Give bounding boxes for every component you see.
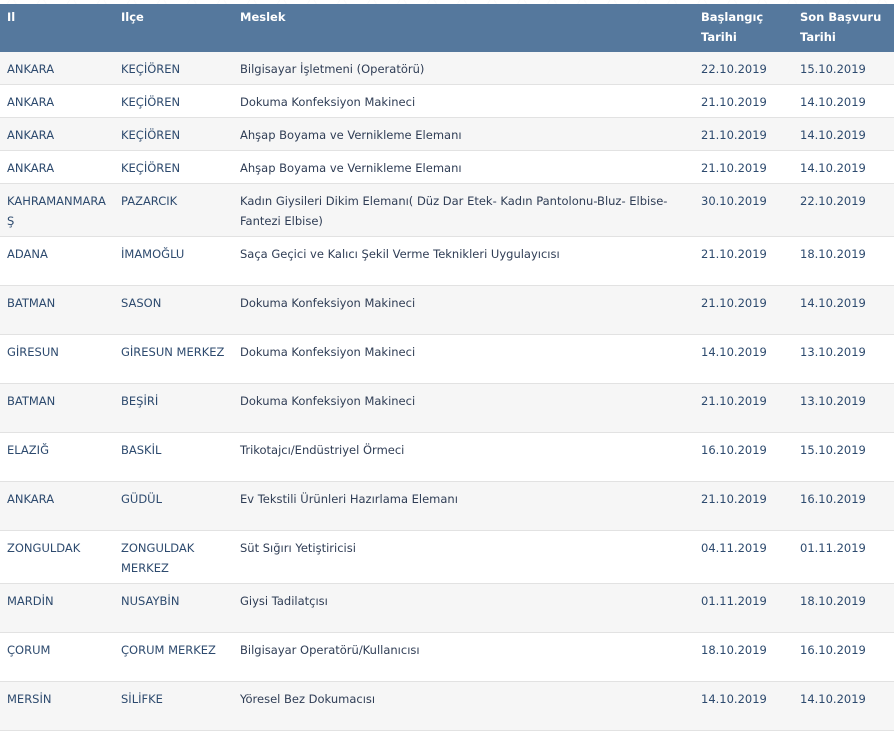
cell-deadline: 01.11.2019 [793,530,894,584]
cell-district: KEÇİÖREN [114,117,233,151]
cell-start-date: 14.10.2019 [694,334,793,384]
table-row[interactable]: ANKARA KEÇİÖREN Dokuma Konfeksiyon Makin… [0,84,894,118]
cell-deadline: 13.10.2019 [793,383,894,433]
cell-start-date: 21.10.2019 [694,383,793,433]
table-row[interactable]: ANKARA KEÇİÖREN Ahşap Boyama ve Vernikle… [0,117,894,151]
header-district[interactable]: Ilçe [114,4,233,52]
table-header: Il Ilçe Meslek Başlangıç Tarihi Son Başvu… [0,4,894,52]
cell-district: KEÇİÖREN [114,84,233,118]
cell-start-date: 21.10.2019 [694,117,793,151]
cell-province: KAHRAMANMARAŞ [0,183,114,237]
table-body: ANKARA KEÇİÖREN Bilgisayar İşletmeni (Op… [0,52,894,731]
cell-province: ANKARA [0,481,114,531]
cell-start-date: 14.10.2019 [694,681,793,731]
cell-deadline: 16.10.2019 [793,632,894,682]
cell-district: PAZARCIK [114,183,233,237]
cell-district: NUSAYBİN [114,583,233,633]
cell-deadline: 16.10.2019 [793,481,894,531]
cell-district: ZONGULDAK MERKEZ [114,530,233,584]
cell-province: GİRESUN [0,334,114,384]
cell-district: KEÇİÖREN [114,150,233,184]
cell-occupation[interactable]: Kadın Giysileri Dikim Elemanı( Düz Dar E… [233,183,694,237]
cell-occupation[interactable]: Trikotajcı/Endüstriyel Örmeci [233,432,694,482]
cell-occupation[interactable]: Giysi Tadilatçısı [233,583,694,633]
cell-occupation[interactable]: Ahşap Boyama ve Vernikleme Elemanı [233,117,694,151]
cell-deadline: 15.10.2019 [793,52,894,85]
cell-deadline: 18.10.2019 [793,583,894,633]
table-row[interactable]: ZONGULDAK ZONGULDAK MERKEZ Süt Sığırı Ye… [0,530,894,584]
cell-province: ANKARA [0,150,114,184]
cell-district: ÇORUM MERKEZ [114,632,233,682]
header-row: Il Ilçe Meslek Başlangıç Tarihi Son Başvu… [0,4,894,52]
cell-province: BATMAN [0,285,114,335]
cell-occupation[interactable]: Dokuma Konfeksiyon Makineci [233,84,694,118]
header-occupation[interactable]: Meslek [233,4,694,52]
cell-start-date: 01.11.2019 [694,583,793,633]
table-row[interactable]: MARDİN NUSAYBİN Giysi Tadilatçısı 01.11.… [0,583,894,633]
cell-district: GÜDÜL [114,481,233,531]
cell-province: MARDİN [0,583,114,633]
header-province[interactable]: Il [0,4,114,52]
cell-deadline: 13.10.2019 [793,334,894,384]
table-row[interactable]: ANKARA KEÇİÖREN Bilgisayar İşletmeni (Op… [0,52,894,85]
cell-deadline: 18.10.2019 [793,236,894,286]
cell-province: MERSİN [0,681,114,731]
header-deadline[interactable]: Son Başvuru Tarihi [793,4,894,52]
cell-district: SASON [114,285,233,335]
cell-start-date: 21.10.2019 [694,236,793,286]
cell-deadline: 14.10.2019 [793,285,894,335]
table-row[interactable]: ADANA İMAMOĞLU Saça Geçici ve Kalıcı Şek… [0,236,894,286]
table-row[interactable]: BATMAN SASON Dokuma Konfeksiyon Makineci… [0,285,894,335]
table-row[interactable]: BATMAN BEŞİRİ Dokuma Konfeksiyon Makinec… [0,383,894,433]
cell-occupation[interactable]: Dokuma Konfeksiyon Makineci [233,285,694,335]
cell-province: ANKARA [0,52,114,85]
cell-deadline: 14.10.2019 [793,117,894,151]
table-row[interactable]: ANKARA KEÇİÖREN Ahşap Boyama ve Vernikle… [0,150,894,184]
cell-district: KEÇİÖREN [114,52,233,85]
table-row[interactable]: ANKARA GÜDÜL Ev Tekstili Ürünleri Hazırl… [0,481,894,531]
cell-province: ADANA [0,236,114,286]
cell-deadline: 14.10.2019 [793,681,894,731]
cell-start-date: 21.10.2019 [694,150,793,184]
header-start-date[interactable]: Başlangıç Tarihi [694,4,793,52]
cell-district: BEŞİRİ [114,383,233,433]
cell-occupation[interactable]: Süt Sığırı Yetiştiricisi [233,530,694,584]
cell-province: ÇORUM [0,632,114,682]
cell-start-date: 16.10.2019 [694,432,793,482]
cell-occupation[interactable]: Yöresel Bez Dokumacısı [233,681,694,731]
cell-occupation[interactable]: Dokuma Konfeksiyon Makineci [233,383,694,433]
table-row[interactable]: MERSİN SİLİFKE Yöresel Bez Dokumacısı 14… [0,681,894,731]
cell-province: ANKARA [0,117,114,151]
cell-start-date: 22.10.2019 [694,52,793,85]
cell-start-date: 30.10.2019 [694,183,793,237]
cell-province: ZONGULDAK [0,530,114,584]
table-row[interactable]: ÇORUM ÇORUM MERKEZ Bilgisayar Operatörü/… [0,632,894,682]
cell-occupation[interactable]: Ahşap Boyama ve Vernikleme Elemanı [233,150,694,184]
cell-province: ANKARA [0,84,114,118]
cell-district: SİLİFKE [114,681,233,731]
cell-district: BASKİL [114,432,233,482]
course-listing-table: Il Ilçe Meslek Başlangıç Tarihi Son Başvu… [0,4,894,731]
cell-start-date: 04.11.2019 [694,530,793,584]
cell-start-date: 21.10.2019 [694,285,793,335]
table-row[interactable]: KAHRAMANMARAŞ PAZARCIK Kadın Giysileri D… [0,183,894,237]
cell-start-date: 18.10.2019 [694,632,793,682]
cell-occupation[interactable]: Ev Tekstili Ürünleri Hazırlama Elemanı [233,481,694,531]
cell-district: İMAMOĞLU [114,236,233,286]
cell-occupation[interactable]: Bilgisayar İşletmeni (Operatörü) [233,52,694,85]
cell-deadline: 14.10.2019 [793,84,894,118]
cell-district: GİRESUN MERKEZ [114,334,233,384]
cell-start-date: 21.10.2019 [694,84,793,118]
cell-occupation[interactable]: Dokuma Konfeksiyon Makineci [233,334,694,384]
cell-deadline: 15.10.2019 [793,432,894,482]
cell-province: ELAZIĞ [0,432,114,482]
cell-deadline: 22.10.2019 [793,183,894,237]
cell-occupation[interactable]: Saça Geçici ve Kalıcı Şekil Verme Teknik… [233,236,694,286]
cell-occupation[interactable]: Bilgisayar Operatörü/Kullanıcısı [233,632,694,682]
cell-province: BATMAN [0,383,114,433]
table-row[interactable]: ELAZIĞ BASKİL Trikotajcı/Endüstriyel Örm… [0,432,894,482]
table-row[interactable]: GİRESUN GİRESUN MERKEZ Dokuma Konfeksiyo… [0,334,894,384]
cell-start-date: 21.10.2019 [694,481,793,531]
cell-deadline: 14.10.2019 [793,150,894,184]
